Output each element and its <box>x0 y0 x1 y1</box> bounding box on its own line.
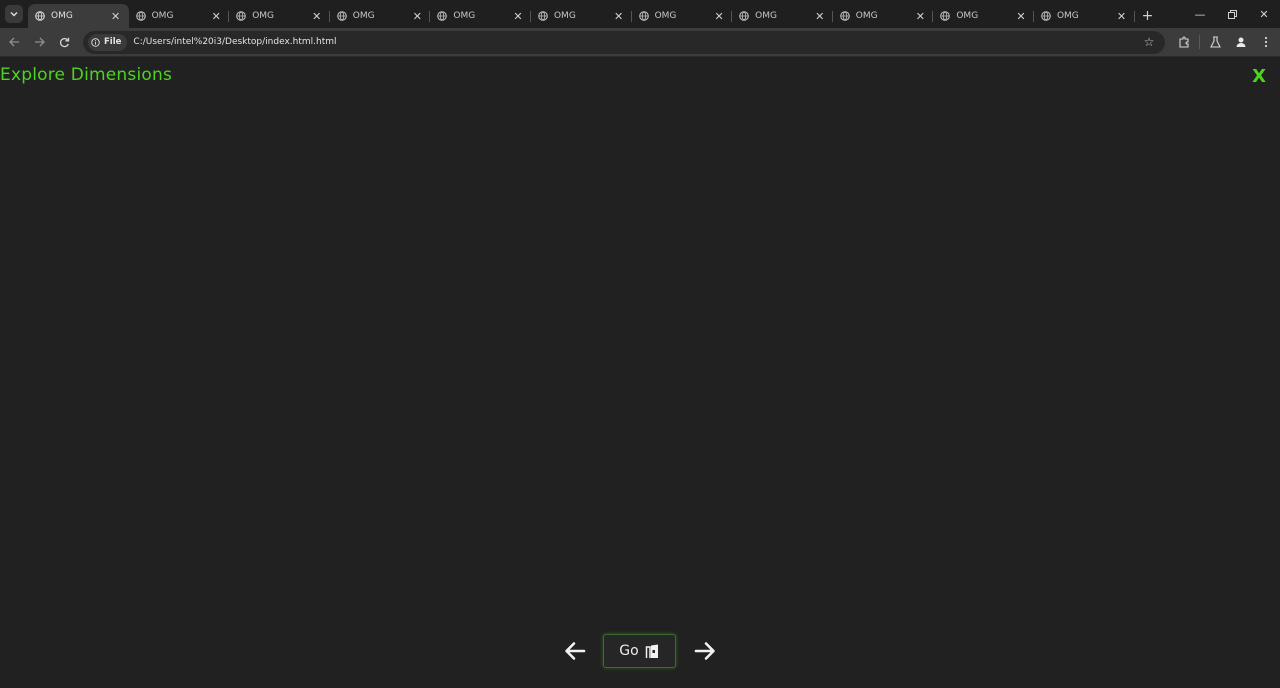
arrow-left-icon <box>9 37 19 47</box>
tab-close-icon[interactable]: ✕ <box>513 10 523 23</box>
close-button[interactable]: X <box>1252 66 1266 87</box>
extensions-button[interactable] <box>1171 30 1196 55</box>
restore-icon <box>1227 9 1237 19</box>
tab-title: OMG <box>352 11 375 21</box>
new-tab-button[interactable]: + <box>1136 4 1160 28</box>
globe-icon <box>35 11 45 21</box>
arrow-left-icon <box>565 642 586 660</box>
previous-button[interactable] <box>562 638 588 664</box>
close-icon: ✕ <box>1259 7 1269 21</box>
tab-title: OMG <box>252 11 275 21</box>
tab-separator <box>1133 11 1135 22</box>
url-text[interactable]: C:/Users/intel%20i3/Desktop/index.html.h… <box>133 37 1141 47</box>
browser-tab[interactable]: OMG ✕ <box>732 4 833 28</box>
site-info-chip[interactable]: File <box>88 33 128 51</box>
go-button-label: Go <box>619 643 639 659</box>
go-button[interactable]: Go <box>603 634 676 668</box>
reload-icon <box>59 37 70 47</box>
puzzle-icon <box>1178 36 1189 48</box>
menu-button[interactable] <box>1253 30 1278 55</box>
tab-title: OMG <box>51 11 73 21</box>
profile-button[interactable] <box>1228 30 1253 55</box>
tab-close-icon[interactable]: ✕ <box>211 10 221 23</box>
browser-tab[interactable]: OMG ✕ <box>833 4 934 28</box>
toolbar-divider <box>1199 35 1200 49</box>
profile-icon <box>1236 37 1245 47</box>
tab-close-icon[interactable]: ✕ <box>312 10 322 23</box>
tab-close-icon[interactable]: ✕ <box>915 10 925 23</box>
browser-toolbar: File C:/Users/intel%20i3/Desktop/index.h… <box>0 28 1280 57</box>
labs-button[interactable] <box>1203 30 1228 55</box>
globe-icon <box>839 11 850 21</box>
tab-title: OMG <box>755 11 777 21</box>
tab-close-icon[interactable]: ✕ <box>412 10 422 23</box>
browser-tab[interactable]: OMG ✕ <box>1034 4 1135 28</box>
address-bar[interactable]: File C:/Users/intel%20i3/Desktop/index.h… <box>83 30 1165 54</box>
info-icon <box>91 37 100 47</box>
browser-tab[interactable]: OMG ✕ <box>531 4 632 28</box>
browser-tab[interactable]: OMG ✕ <box>933 4 1034 28</box>
globe-icon <box>739 11 749 21</box>
globe-icon <box>1041 11 1051 21</box>
restore-button[interactable] <box>1216 0 1248 28</box>
bookmark-star-button[interactable]: ☆ <box>1141 34 1157 50</box>
page-title: Explore Dimensions <box>0 65 173 85</box>
globe-icon <box>538 11 548 21</box>
tab-list: OMG ✕ OMG ✕ OMG ✕ OMG ✕ OMG ✕ OMG ✕ OMG ✕ OMG ✕ OMG ✕ OMG ✕… <box>28 0 1135 28</box>
star-icon: ☆ <box>1143 35 1155 49</box>
tab-title: OMG <box>654 11 677 21</box>
site-info-label: File <box>104 37 122 47</box>
arrow-right-icon <box>35 37 45 47</box>
window-controls: — ✕ <box>1184 0 1280 28</box>
back-button[interactable] <box>2 30 27 55</box>
browser-tab[interactable]: OMG ✕ <box>632 4 733 28</box>
browser-tab[interactable]: OMG ✕ <box>28 4 129 28</box>
tab-close-icon[interactable]: ✕ <box>714 10 724 23</box>
more-vert-icon <box>1264 36 1267 48</box>
tab-close-icon[interactable]: ✕ <box>1016 10 1026 23</box>
globe-icon <box>940 11 951 21</box>
tab-search-button[interactable] <box>5 5 23 23</box>
reload-button[interactable] <box>52 30 77 55</box>
globe-icon <box>236 11 246 21</box>
plus-icon: + <box>1141 8 1154 24</box>
minimize-icon: — <box>1194 7 1206 21</box>
next-button[interactable] <box>692 638 718 664</box>
globe-icon <box>638 11 649 21</box>
tab-title: OMG <box>956 11 979 21</box>
tab-close-icon[interactable]: ✕ <box>815 10 825 23</box>
globe-icon <box>135 11 146 21</box>
minimize-button[interactable]: — <box>1184 0 1216 28</box>
flask-icon <box>1210 36 1221 48</box>
close-window-button[interactable]: ✕ <box>1248 0 1280 28</box>
door-icon <box>645 644 658 658</box>
navigation-controls: Go <box>0 634 1280 668</box>
globe-icon <box>437 11 448 21</box>
page-content: Explore Dimensions X Go <box>0 58 1280 688</box>
browser-tab[interactable]: OMG ✕ <box>229 4 330 28</box>
globe-icon <box>336 11 347 21</box>
tab-title: OMG <box>151 11 174 21</box>
tab-strip: OMG ✕ OMG ✕ OMG ✕ OMG ✕ OMG ✕ OMG ✕ OMG ✕ OMG ✕ OMG ✕ OMG ✕… <box>0 0 1280 28</box>
arrow-right-icon <box>694 642 715 660</box>
toolbar-actions <box>1171 30 1278 55</box>
browser-tab[interactable]: OMG ✕ <box>330 4 431 28</box>
chevron-down-icon <box>10 12 18 17</box>
tab-title: OMG <box>553 11 576 21</box>
tab-title: OMG <box>453 11 476 21</box>
tab-close-icon[interactable]: ✕ <box>1117 10 1127 23</box>
forward-button[interactable] <box>27 30 52 55</box>
tab-close-icon[interactable]: ✕ <box>614 10 624 23</box>
tab-title: OMG <box>1056 11 1079 21</box>
tab-close-icon[interactable]: ✕ <box>111 10 121 23</box>
tab-title: OMG <box>855 11 878 21</box>
browser-tab[interactable]: OMG ✕ <box>430 4 531 28</box>
browser-tab[interactable]: OMG ✕ <box>129 4 230 28</box>
